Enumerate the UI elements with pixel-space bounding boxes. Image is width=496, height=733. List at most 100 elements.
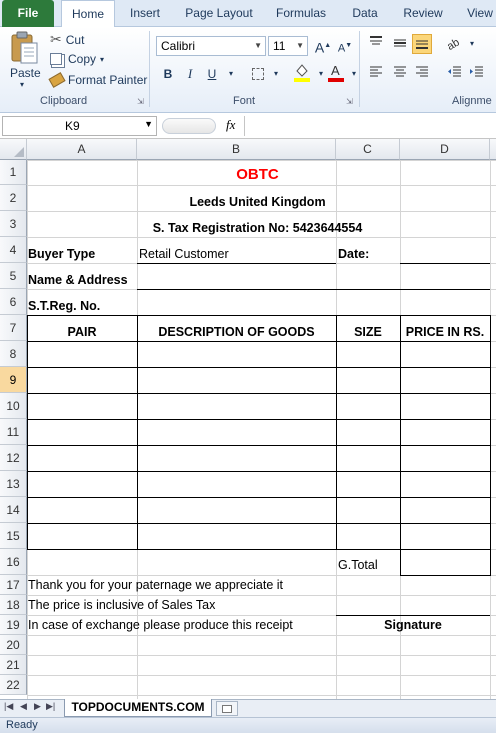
fill-color-icon[interactable] <box>292 62 312 82</box>
row-header[interactable]: 7 <box>0 315 27 341</box>
cell-border <box>137 289 490 290</box>
borders-dropdown-icon[interactable]: ▾ <box>266 64 286 84</box>
buyer-type-label: Buyer Type <box>28 247 96 261</box>
row-header[interactable]: 21 <box>0 655 27 675</box>
tab-view[interactable]: View <box>460 0 496 27</box>
sheet-tab-topdocuments[interactable]: TOPDOCUMENTS.COM <box>64 699 212 717</box>
tab-home[interactable]: Home <box>61 0 115 28</box>
cell-border <box>137 315 138 549</box>
align-middle-icon[interactable] <box>390 34 410 54</box>
gridline <box>27 160 496 161</box>
column-header-b[interactable]: B <box>137 139 336 160</box>
copy-dropdown-icon[interactable]: ▾ <box>100 55 104 64</box>
cell-border <box>27 445 490 446</box>
row-header[interactable]: 17 <box>0 575 27 595</box>
next-sheet-icon[interactable]: ▶ <box>34 701 41 712</box>
tab-review[interactable]: Review <box>396 0 450 27</box>
copy-button[interactable]: Copy ▾ <box>50 52 104 66</box>
row-header[interactable]: 10 <box>0 393 27 419</box>
header-description: DESCRIPTION OF GOODS <box>158 325 315 339</box>
row-header[interactable]: 2 <box>0 185 27 211</box>
increase-indent-icon[interactable] <box>467 64 487 84</box>
row-header[interactable]: 22 <box>0 675 27 695</box>
gridline <box>27 675 496 676</box>
align-bottom-icon[interactable] <box>412 34 432 54</box>
row-header[interactable]: 15 <box>0 523 27 549</box>
decrease-indent-icon[interactable] <box>445 64 465 84</box>
paste-button[interactable]: Paste <box>10 66 41 80</box>
column-header-d[interactable]: D <box>400 139 490 160</box>
clipboard-group-label: Clipboard <box>40 95 88 107</box>
row-header[interactable]: 5 <box>0 263 27 289</box>
formula-bar-splitter[interactable] <box>162 118 216 134</box>
align-right-icon[interactable] <box>412 64 432 84</box>
insert-function-icon[interactable]: fx <box>226 117 235 133</box>
tab-data[interactable]: Data <box>342 0 388 27</box>
formula-input[interactable] <box>244 116 496 136</box>
cell-border <box>27 549 490 550</box>
select-all-corner[interactable] <box>0 139 27 160</box>
align-top-icon[interactable] <box>366 34 386 54</box>
first-sheet-icon[interactable]: |◀ <box>4 701 13 712</box>
tax-registration: S. Tax Registration No: 5423644554 <box>152 221 363 235</box>
row-header[interactable]: 3 <box>0 211 27 237</box>
tab-page-layout[interactable]: Page Layout <box>178 0 260 27</box>
format-painter-button[interactable]: Format Painter <box>48 72 147 88</box>
align-center-icon[interactable] <box>390 64 410 84</box>
chevron-down-icon[interactable]: ▼ <box>144 119 153 129</box>
row-header[interactable]: 18 <box>0 595 27 615</box>
underline-button[interactable]: U <box>202 64 222 84</box>
align-left-icon[interactable] <box>366 64 386 84</box>
company-location: Leeds United Kingdom <box>189 195 326 209</box>
orientation-dropdown-icon[interactable]: ▾ <box>462 34 482 54</box>
row-header[interactable]: 19 <box>0 615 27 635</box>
paste-dropdown-icon[interactable]: ▾ <box>20 80 24 89</box>
chevron-down-icon: ▼ <box>296 41 304 50</box>
row-header[interactable]: 6 <box>0 289 27 315</box>
gridline <box>27 655 496 656</box>
tab-formulas[interactable]: Formulas <box>270 0 332 27</box>
tab-insert[interactable]: Insert <box>122 0 168 27</box>
clipboard-launcher-icon[interactable]: ⇲ <box>137 97 144 106</box>
borders-icon[interactable] <box>248 64 268 84</box>
underline-dropdown-icon[interactable]: ▾ <box>221 64 241 84</box>
column-header-a[interactable]: A <box>27 139 137 160</box>
header-size: SIZE <box>354 325 382 339</box>
prev-sheet-icon[interactable]: ◀ <box>20 701 27 712</box>
buyer-type-value[interactable]: Retail Customer <box>139 242 229 266</box>
row-header[interactable]: 16 <box>0 549 27 575</box>
row-header[interactable]: 1 <box>0 160 27 185</box>
paste-icon[interactable] <box>6 30 42 66</box>
column-header-c[interactable]: C <box>336 139 400 160</box>
italic-button[interactable]: I <box>180 64 200 84</box>
last-sheet-icon[interactable]: ▶| <box>46 701 55 712</box>
row-header[interactable]: 9 <box>0 367 27 393</box>
cell-border <box>27 367 490 368</box>
bold-button[interactable]: B <box>158 64 178 84</box>
font-size-combo[interactable]: 11 ▼ <box>268 36 308 56</box>
name-box-value: K9 <box>65 119 80 133</box>
shrink-font-icon[interactable]: A▼ <box>335 36 355 56</box>
name-box[interactable]: K9 ▼ <box>2 116 157 136</box>
tab-file[interactable]: File <box>2 0 54 27</box>
row-header[interactable]: 8 <box>0 341 27 367</box>
column-header-e[interactable] <box>490 139 496 160</box>
font-name-combo[interactable]: Calibri ▼ <box>156 36 266 56</box>
worksheet-grid[interactable]: A B C D 1 2 3 4 5 6 7 8 9 10 11 12 13 14 15 16 17 18 19 20 2… <box>0 139 496 699</box>
row-header[interactable]: 13 <box>0 471 27 497</box>
row-header[interactable]: 20 <box>0 635 27 655</box>
excel-window: File Home Insert Page Layout Formulas Da… <box>0 0 496 733</box>
row-header[interactable]: 14 <box>0 497 27 523</box>
font-color-icon[interactable]: A <box>326 62 346 82</box>
svg-text:ab: ab <box>446 36 462 50</box>
row-header[interactable]: 11 <box>0 419 27 445</box>
row-header[interactable]: 12 <box>0 445 27 471</box>
insert-sheet-icon[interactable] <box>216 701 238 716</box>
cut-button[interactable]: ✂ Cut <box>50 31 84 48</box>
font-launcher-icon[interactable]: ⇲ <box>346 97 353 106</box>
grow-font-icon[interactable]: A▲ <box>313 36 333 56</box>
copy-label: Copy <box>68 52 97 66</box>
font-color-dropdown-icon[interactable]: ▾ <box>344 64 364 84</box>
cell-border <box>27 393 490 394</box>
row-header[interactable]: 4 <box>0 237 27 263</box>
